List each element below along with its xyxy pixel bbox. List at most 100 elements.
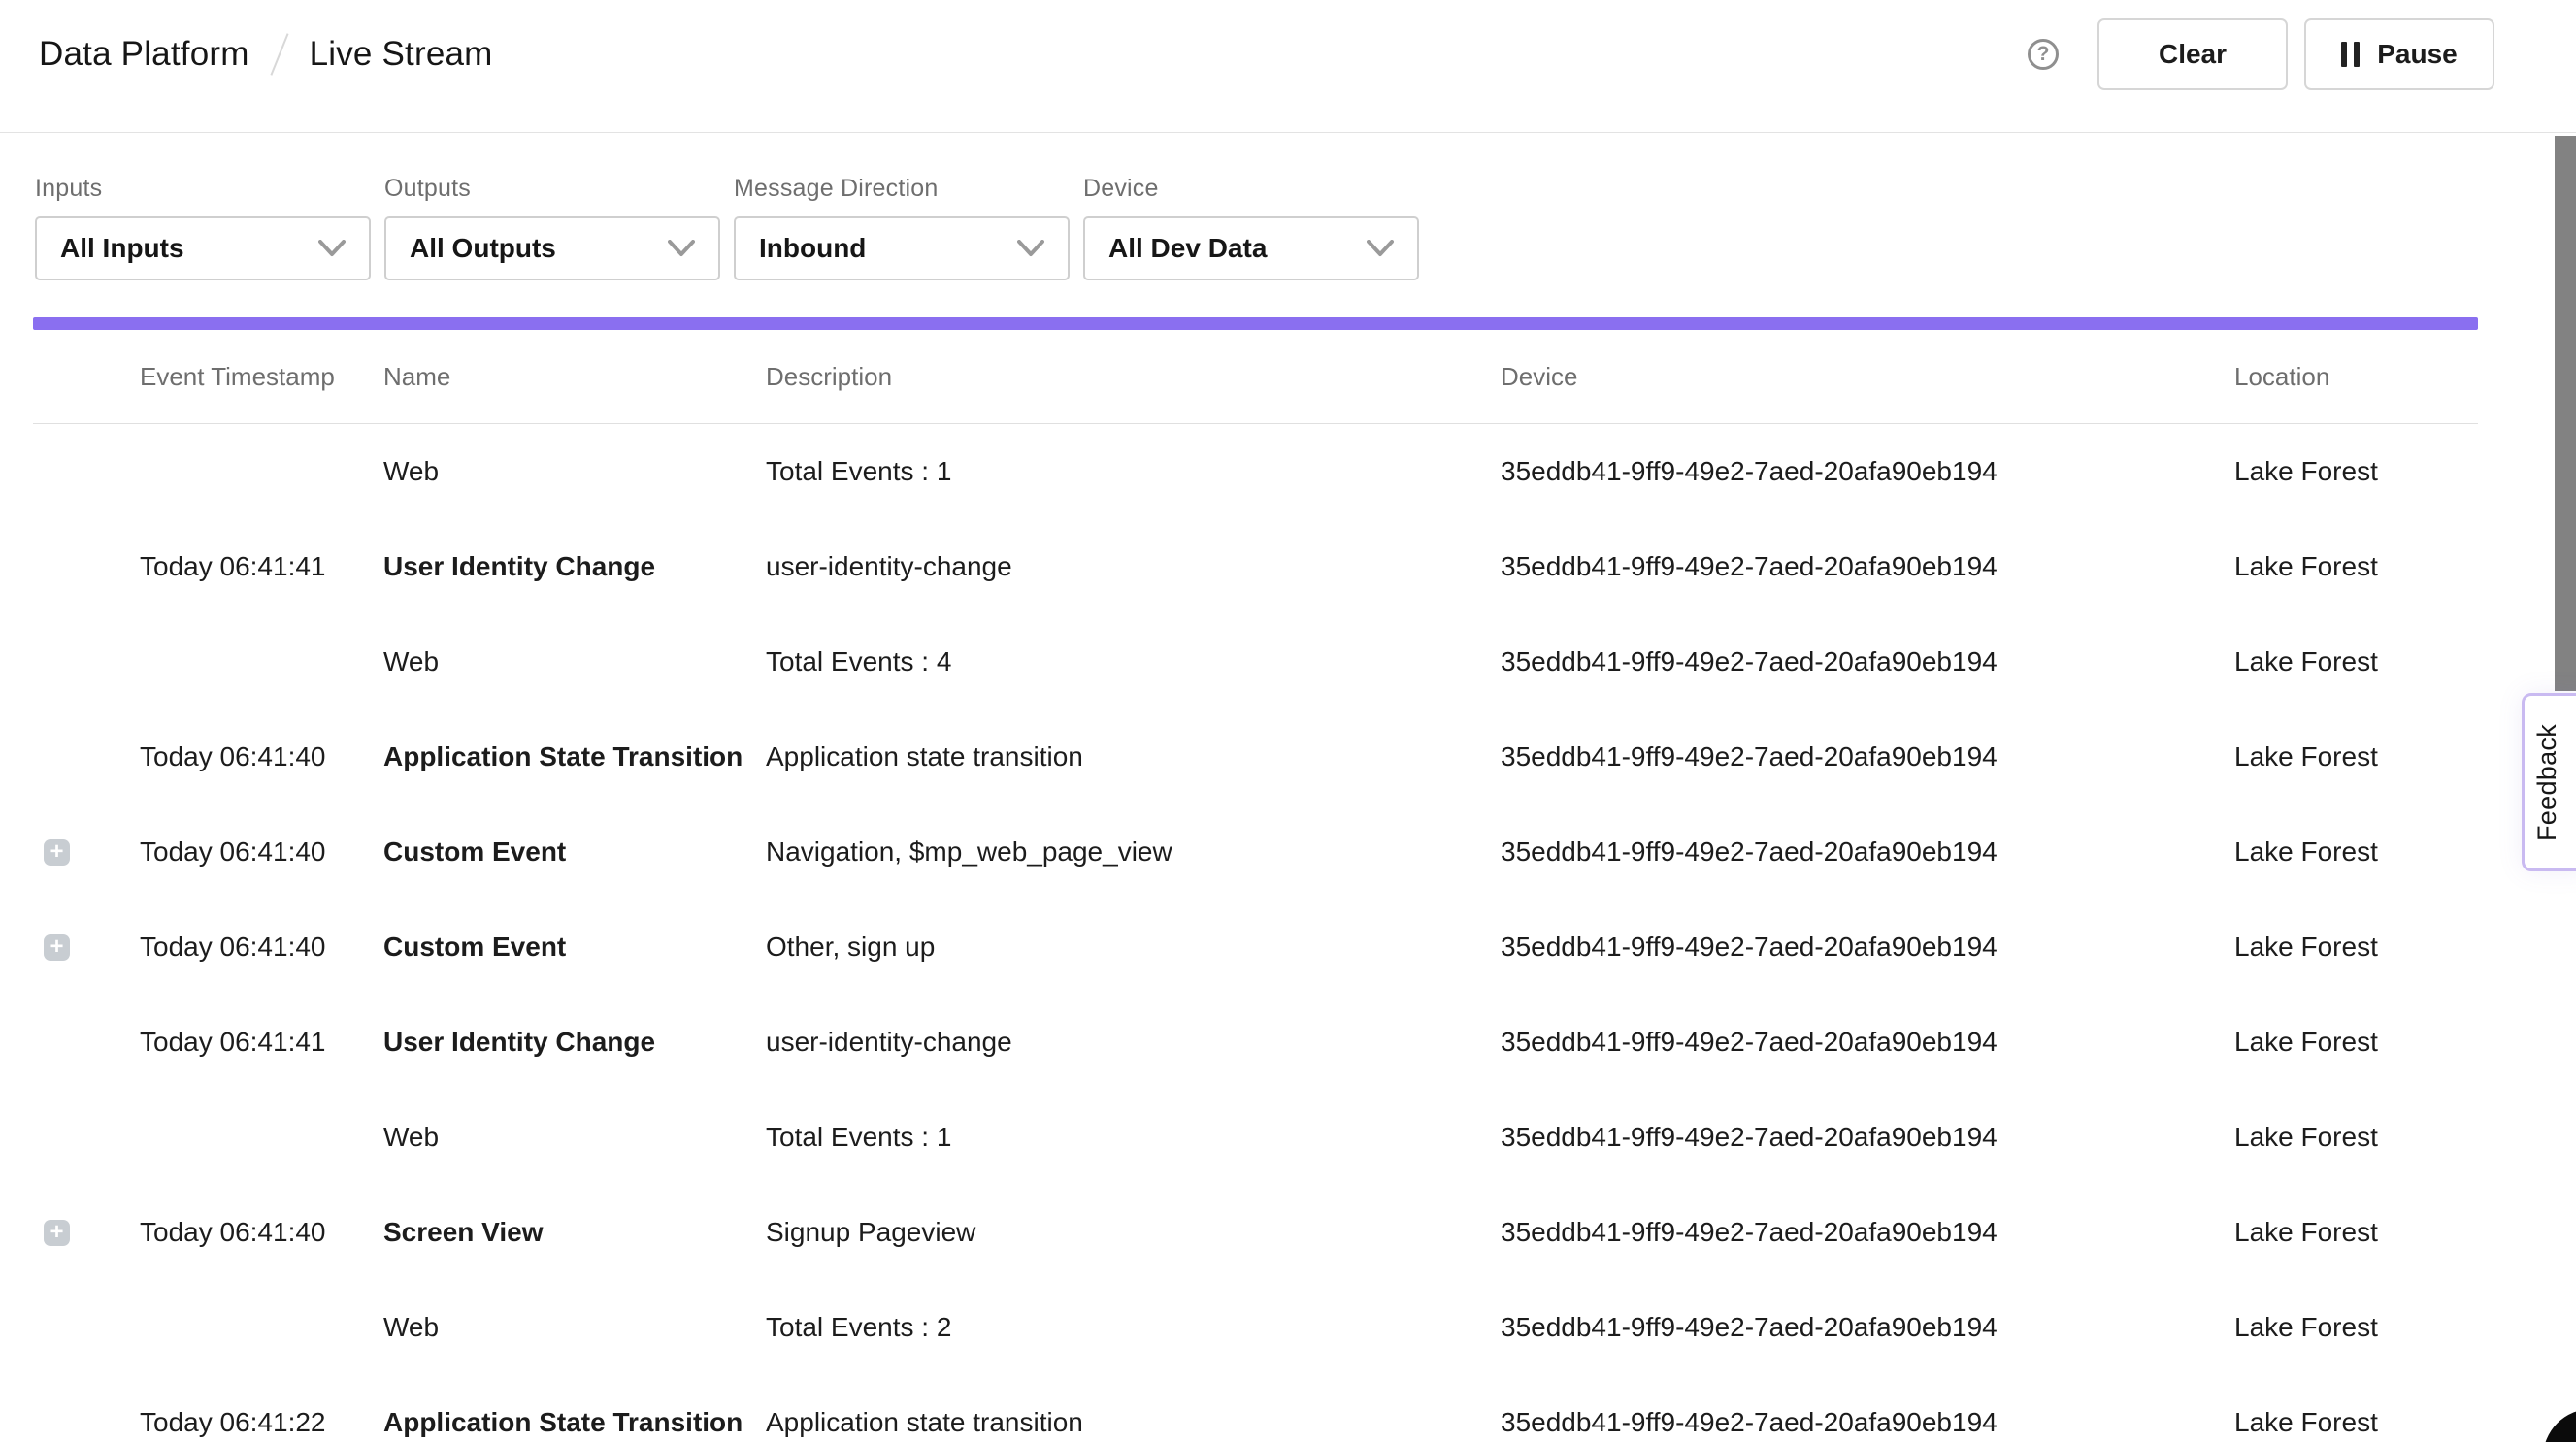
event-location: Lake Forest: [2234, 836, 2478, 868]
filter-message-direction-label: Message Direction: [734, 175, 1070, 203]
event-name: Application State Transition: [383, 1407, 766, 1438]
inputs-select[interactable]: All Inputs: [35, 216, 371, 280]
event-description: Other, sign up: [766, 932, 1501, 963]
message-direction-select[interactable]: Inbound: [734, 216, 1070, 280]
event-description: Signup Pageview: [766, 1217, 1501, 1248]
accent-divider: [33, 317, 2478, 330]
event-description: Navigation, $mp_web_page_view: [766, 836, 1501, 868]
expand-row-button[interactable]: +: [44, 1220, 70, 1246]
event-description: Total Events : 1: [766, 456, 1501, 487]
table-row: Today 06:41:22Application State Transiti…: [33, 1375, 2478, 1442]
event-location: Lake Forest: [2234, 1217, 2478, 1248]
table-row: + Today 06:41:40Custom EventOther, sign u…: [33, 900, 2478, 995]
event-location: Lake Forest: [2234, 551, 2478, 582]
table-row: WebTotal Events : 435eddb41-9ff9-49e2-7a…: [33, 614, 2478, 709]
event-location: Lake Forest: [2234, 456, 2478, 487]
plus-icon: +: [50, 1221, 63, 1244]
event-timestamp: Today 06:41:41: [140, 1027, 383, 1058]
event-location: Lake Forest: [2234, 741, 2478, 772]
breadcrumb-section[interactable]: Data Platform: [39, 35, 249, 74]
device-select-value: All Dev Data: [1108, 233, 1267, 264]
event-device: 35eddb41-9ff9-49e2-7aed-20afa90eb194: [1501, 836, 2234, 868]
event-name: User Identity Change: [383, 551, 766, 582]
filter-device: Device All Dev Data: [1083, 175, 1419, 280]
event-device: 35eddb41-9ff9-49e2-7aed-20afa90eb194: [1501, 1122, 2234, 1153]
table-row: WebTotal Events : 135eddb41-9ff9-49e2-7a…: [33, 424, 2478, 519]
event-name: Application State Transition: [383, 741, 766, 772]
event-location: Lake Forest: [2234, 646, 2478, 677]
event-timestamp: Today 06:41:40: [140, 932, 383, 963]
event-timestamp: Today 06:41:40: [140, 836, 383, 868]
clear-button-label: Clear: [2159, 39, 2227, 70]
breadcrumb-separator-icon: [270, 33, 288, 75]
expand-row-button[interactable]: +: [44, 839, 70, 866]
column-event-timestamp: Event Timestamp: [140, 362, 383, 392]
event-description: user-identity-change: [766, 1027, 1501, 1058]
table-row: +Today 06:41:40Screen ViewSignup Pagevie…: [33, 1185, 2478, 1280]
event-name: Web: [383, 1122, 766, 1153]
event-device: 35eddb41-9ff9-49e2-7aed-20afa90eb194: [1501, 646, 2234, 677]
pause-icon: [2341, 42, 2360, 67]
column-location: Location: [2234, 362, 2478, 392]
event-location: Lake Forest: [2234, 1312, 2478, 1343]
event-location: Lake Forest: [2234, 1407, 2478, 1438]
table-row: + Today 06:41:40Custom EventNavigation, $…: [33, 804, 2478, 900]
pause-button-label: Pause: [2377, 39, 2458, 70]
event-name: Custom Event: [383, 836, 766, 868]
filter-device-label: Device: [1083, 175, 1419, 203]
event-timestamp: Today 06:41:41: [140, 551, 383, 582]
filter-outputs-label: Outputs: [384, 175, 720, 203]
event-name: Web: [383, 1312, 766, 1343]
filter-bar: Inputs All Inputs Outputs All Outputs Me…: [35, 175, 1433, 280]
event-location: Lake Forest: [2234, 932, 2478, 963]
event-location: Lake Forest: [2234, 1027, 2478, 1058]
event-timestamp: Today 06:41:22: [140, 1407, 383, 1438]
clear-button[interactable]: Clear: [2097, 18, 2288, 90]
event-device: 35eddb41-9ff9-49e2-7aed-20afa90eb194: [1501, 1027, 2234, 1058]
event-description: Application state transition: [766, 1407, 1501, 1438]
breadcrumb-page: Live Stream: [310, 35, 493, 74]
inputs-select-value: All Inputs: [60, 233, 184, 264]
event-description: user-identity-change: [766, 551, 1501, 582]
pause-button[interactable]: Pause: [2304, 18, 2494, 90]
filter-inputs: Inputs All Inputs: [35, 175, 371, 280]
filter-message-direction: Message Direction Inbound: [734, 175, 1070, 280]
column-device: Device: [1501, 362, 2234, 392]
events-table: Event Timestamp Name Description Device …: [33, 330, 2478, 1442]
event-location: Lake Forest: [2234, 1122, 2478, 1153]
feedback-tab[interactable]: Feedback: [2522, 693, 2576, 871]
message-direction-select-value: Inbound: [759, 233, 866, 264]
event-name: Screen View: [383, 1217, 766, 1248]
filter-outputs: Outputs All Outputs: [384, 175, 720, 280]
event-device: 35eddb41-9ff9-49e2-7aed-20afa90eb194: [1501, 1312, 2234, 1343]
event-description: Total Events : 4: [766, 646, 1501, 677]
event-device: 35eddb41-9ff9-49e2-7aed-20afa90eb194: [1501, 456, 2234, 487]
event-timestamp: Today 06:41:40: [140, 741, 383, 772]
event-description: Total Events : 2: [766, 1312, 1501, 1343]
outputs-select-value: All Outputs: [410, 233, 556, 264]
device-select[interactable]: All Dev Data: [1083, 216, 1419, 280]
table-header: Event Timestamp Name Description Device …: [33, 330, 2478, 424]
event-description: Application state transition: [766, 741, 1501, 772]
toolbar: ? Clear Pause: [2028, 18, 2494, 90]
event-device: 35eddb41-9ff9-49e2-7aed-20afa90eb194: [1501, 551, 2234, 582]
chat-widget-button[interactable]: [2543, 1409, 2576, 1442]
live-stream-page: Data Platform Live Stream ? Clear Pause …: [0, 0, 2576, 1442]
plus-icon: +: [50, 840, 63, 864]
column-name: Name: [383, 362, 766, 392]
event-name: Web: [383, 456, 766, 487]
filter-inputs-label: Inputs: [35, 175, 371, 203]
top-bar: Data Platform Live Stream ? Clear Pause: [0, 0, 2576, 133]
vertical-scrollbar[interactable]: [2555, 136, 2576, 691]
help-icon[interactable]: ?: [2028, 39, 2059, 70]
chevron-down-icon: [318, 240, 346, 257]
expand-row-button[interactable]: +: [44, 934, 70, 961]
event-description: Total Events : 1: [766, 1122, 1501, 1153]
feedback-tab-label: Feedback: [2532, 724, 2562, 841]
outputs-select[interactable]: All Outputs: [384, 216, 720, 280]
table-row: Today 06:41:40Application State Transiti…: [33, 709, 2478, 804]
table-body: WebTotal Events : 135eddb41-9ff9-49e2-7a…: [33, 424, 2478, 1442]
breadcrumb: Data Platform Live Stream: [39, 18, 493, 90]
chevron-down-icon: [1017, 240, 1044, 257]
event-name: Custom Event: [383, 932, 766, 963]
